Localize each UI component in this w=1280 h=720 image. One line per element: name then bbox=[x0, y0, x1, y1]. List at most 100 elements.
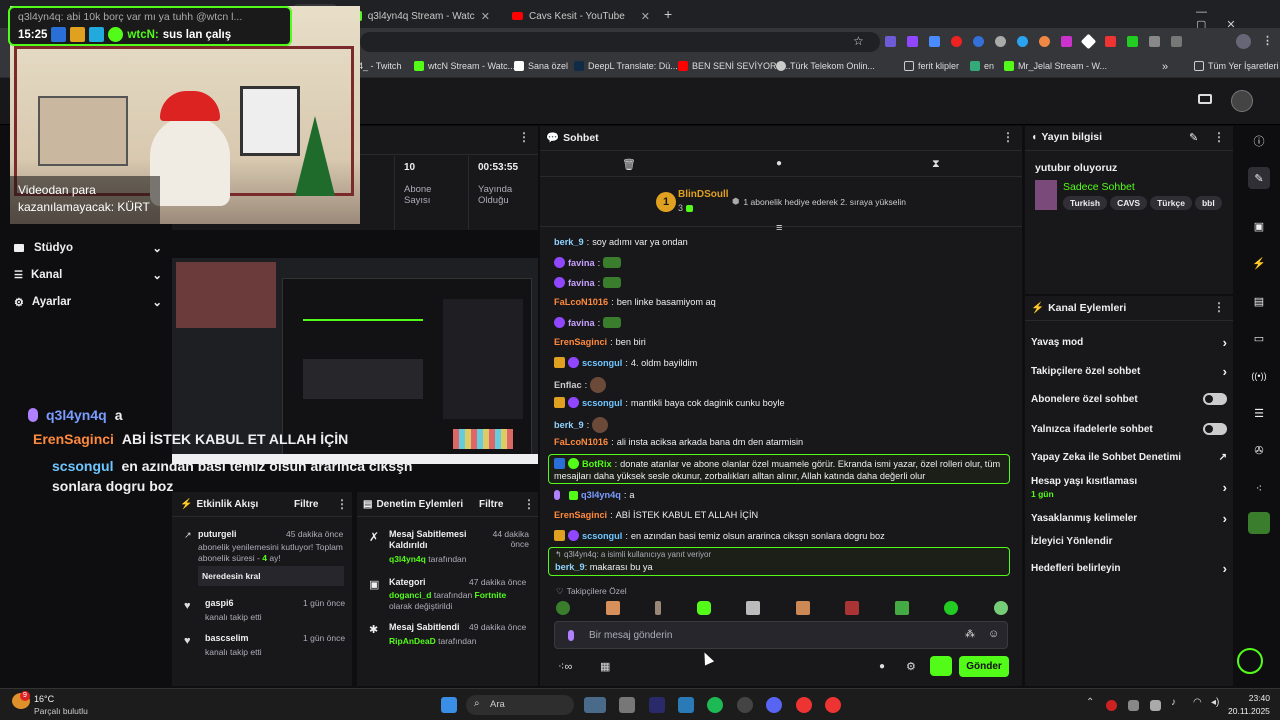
category-link[interactable]: Sadece Sohbet bbox=[1063, 181, 1135, 193]
clock-time[interactable]: 23:40 bbox=[1242, 693, 1270, 703]
bolt-icon[interactable]: ⚡ bbox=[1248, 252, 1270, 274]
chat-icon[interactable]: ▭ bbox=[1248, 327, 1270, 349]
extension-icon[interactable] bbox=[1127, 36, 1138, 47]
status-icon[interactable] bbox=[1237, 648, 1263, 674]
tag[interactable]: Türkçe bbox=[1150, 196, 1192, 210]
extension-icon[interactable] bbox=[1061, 36, 1072, 47]
toggle-switch[interactable] bbox=[1203, 393, 1227, 405]
stream-manager-icon[interactable] bbox=[1198, 94, 1212, 104]
more-icon[interactable]: ⋮ bbox=[1002, 130, 1014, 144]
star-icon[interactable]: ☆ bbox=[853, 34, 864, 48]
slow-mode-row[interactable]: Yavaş mod › bbox=[1031, 335, 1227, 350]
emote-icon[interactable] bbox=[795, 601, 810, 615]
wrench-icon[interactable]: ✇ bbox=[1248, 439, 1270, 461]
bookmark[interactable]: en bbox=[970, 61, 994, 71]
bookmark[interactable]: BEN SENİ SEVİYORU... bbox=[678, 61, 791, 71]
bookmark-folder[interactable]: ferit klipler bbox=[904, 61, 959, 71]
emote-icon[interactable] bbox=[605, 601, 620, 615]
close-icon[interactable]: ✕ bbox=[481, 10, 490, 23]
document-icon[interactable]: ▤ bbox=[1248, 290, 1270, 312]
chat-input[interactable]: Bir mesaj gönderin ⁂ ☺ bbox=[554, 621, 1008, 649]
emote-icon[interactable] bbox=[894, 601, 909, 615]
hype-user[interactable]: BlinDSoull bbox=[678, 189, 729, 200]
app-icon[interactable] bbox=[1248, 512, 1270, 534]
tag[interactable]: bbl bbox=[1194, 196, 1222, 210]
bookmark[interactable]: Sana özel bbox=[514, 61, 568, 71]
nav-settings[interactable]: ⚙ Ayarlar ⌄ bbox=[14, 295, 162, 309]
emote-icon[interactable] bbox=[993, 601, 1008, 615]
menu-icon[interactable]: ⋮ bbox=[1262, 34, 1273, 47]
extension-icon[interactable] bbox=[995, 36, 1006, 47]
emote-icon[interactable] bbox=[696, 601, 711, 615]
chrome-icon[interactable] bbox=[825, 697, 841, 713]
viewers-infinity-icon[interactable]: ⁖∞ bbox=[558, 660, 572, 673]
discord-icon[interactable] bbox=[766, 697, 782, 713]
bookmark[interactable]: Türk Telekom Onlin... bbox=[776, 61, 875, 71]
gear-icon[interactable]: ⚙ bbox=[906, 660, 916, 673]
tray-chevron-icon[interactable]: ⌃ bbox=[1086, 697, 1094, 708]
store-icon[interactable]: ▦ bbox=[600, 660, 610, 673]
tag[interactable]: CAVS bbox=[1110, 196, 1148, 210]
bookmark[interactable]: DeepL Translate: Dü... bbox=[574, 61, 678, 71]
edit-icon[interactable]: ✎ bbox=[1189, 131, 1198, 144]
user-avatar[interactable] bbox=[1231, 90, 1253, 112]
windows-start-icon[interactable] bbox=[441, 697, 457, 713]
chevron-right-icon[interactable]: » bbox=[1162, 61, 1168, 73]
extension-icon[interactable] bbox=[951, 36, 962, 47]
followers-only-row[interactable]: Takipçilere özel sohbet › bbox=[1031, 364, 1227, 379]
share-icon[interactable]: ⁖ bbox=[1248, 477, 1270, 499]
goals-row[interactable]: Hedefleri belirleyin › bbox=[1031, 561, 1227, 576]
toggle-switch[interactable] bbox=[1203, 423, 1227, 435]
activity-user[interactable]: gaspi6 bbox=[205, 598, 234, 608]
more-icon[interactable]: ⋮ bbox=[523, 497, 535, 511]
chat-settings-bubble-icon[interactable]: ● bbox=[879, 661, 885, 672]
more-icon[interactable]: ⋮ bbox=[336, 497, 348, 511]
app-icon[interactable] bbox=[678, 697, 694, 713]
new-tab-button[interactable]: + bbox=[664, 6, 672, 22]
widget-icon[interactable] bbox=[584, 697, 606, 713]
app-icon[interactable] bbox=[737, 697, 753, 713]
emote-icon[interactable] bbox=[845, 601, 860, 615]
stack-icon[interactable]: ☰ bbox=[1248, 402, 1270, 424]
tray-icon[interactable] bbox=[1106, 700, 1117, 711]
filter-button[interactable]: Filtre bbox=[479, 499, 503, 510]
emoji-icon[interactable]: ☺ bbox=[988, 628, 999, 640]
nav-channel[interactable]: ☰ Kanal ⌄ bbox=[14, 268, 162, 282]
translate-icon[interactable]: ⁂ bbox=[965, 629, 975, 640]
hourglass-icon[interactable]: ⧗ bbox=[932, 158, 940, 171]
pinned-icon[interactable]: ≡ bbox=[776, 222, 782, 234]
extension-icon[interactable] bbox=[929, 36, 940, 47]
tab-stream[interactable]: q3l4yn4q Stream - Watch Live ✕ bbox=[342, 4, 500, 28]
close-icon[interactable]: ✕ bbox=[641, 10, 650, 23]
nav-studio[interactable]: Stüdyo ⌄ bbox=[14, 241, 162, 255]
extension-icon[interactable] bbox=[1039, 36, 1050, 47]
mic-tray-icon[interactable]: ♪ bbox=[1171, 697, 1176, 708]
chat-bubble-icon[interactable]: ● bbox=[776, 158, 782, 169]
url-field[interactable] bbox=[360, 32, 880, 52]
extension-icon[interactable] bbox=[907, 36, 918, 47]
bookmark[interactable]: wtcN Stream - Watc... bbox=[414, 61, 515, 71]
bookmark[interactable]: Mr_Jelal Stream - W... bbox=[1004, 61, 1107, 71]
frame-icon[interactable]: ▣ bbox=[1248, 215, 1270, 237]
extension-icon[interactable] bbox=[885, 36, 896, 47]
mic-icon[interactable] bbox=[568, 630, 574, 641]
banned-words-row[interactable]: Yasaklanmış kelimeler › bbox=[1031, 511, 1227, 526]
bookmark-folder[interactable]: Tüm Yer İşaretleri bbox=[1194, 61, 1279, 71]
emote-icon[interactable] bbox=[746, 601, 761, 615]
emote-icon[interactable] bbox=[944, 601, 959, 615]
more-icon[interactable]: ⋮ bbox=[1213, 130, 1225, 144]
send-button[interactable]: Gönder bbox=[959, 656, 1009, 677]
kick-bot-icon[interactable] bbox=[930, 656, 952, 676]
activity-user[interactable]: bascselim bbox=[205, 633, 249, 643]
chrome-icon[interactable] bbox=[796, 697, 812, 713]
edit-icon[interactable]: ✎ bbox=[1248, 167, 1270, 189]
bookmark[interactable]: 4_ - Twitch bbox=[358, 61, 401, 71]
info-icon[interactable]: ⓘ bbox=[1248, 130, 1270, 152]
more-icon[interactable]: ⋮ bbox=[1213, 300, 1225, 314]
filter-button[interactable]: Filtre bbox=[294, 499, 318, 510]
tray-icon[interactable] bbox=[1128, 700, 1139, 711]
premiere-icon[interactable] bbox=[649, 697, 665, 713]
network-icon[interactable]: ◠ bbox=[1193, 697, 1202, 708]
extension-icon[interactable] bbox=[1105, 36, 1116, 47]
account-age-row[interactable]: Hesap yaşı kısıtlaması 1 gün › bbox=[1031, 476, 1227, 499]
